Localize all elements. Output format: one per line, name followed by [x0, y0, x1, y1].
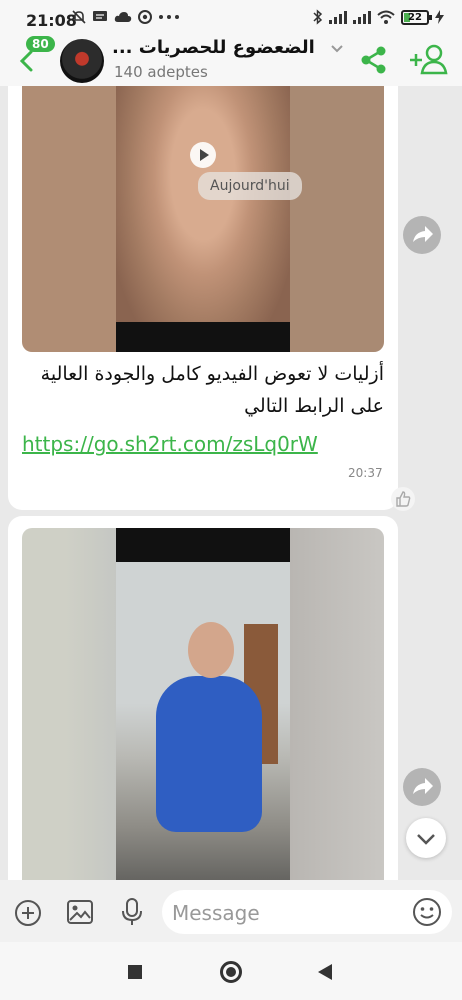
mute-icon: [72, 10, 86, 24]
thumbs-up-icon: [391, 487, 415, 511]
status-right-icons: 22: [313, 9, 444, 25]
back-nav-button[interactable]: [318, 964, 332, 980]
video-thumbnail[interactable]: [22, 528, 384, 880]
chat-header: 80 الضعضوع للحصريات ... 140 adeptes: [0, 36, 462, 86]
message-input-placeholder: Message: [172, 901, 260, 925]
video-frame: [116, 86, 290, 352]
more-dots-icon: [159, 15, 179, 19]
message-bubble[interactable]: Aujourd'hui أزليات لا تعوض الفيديو كامل …: [8, 86, 398, 510]
home-button[interactable]: [220, 961, 242, 983]
image-icon: [67, 900, 93, 924]
video-letterbox: [116, 322, 290, 352]
add-user-icon: [410, 44, 448, 75]
signal-icon: [353, 11, 371, 24]
video-scene-person: [156, 676, 262, 832]
wifi-icon: [377, 10, 395, 24]
back-button[interactable]: [18, 50, 34, 76]
message-time: 20:37: [348, 466, 383, 480]
forward-button[interactable]: [403, 216, 441, 254]
chevron-left-icon: [19, 50, 33, 72]
unread-count-badge: 80: [26, 36, 55, 52]
attach-button[interactable]: [14, 899, 42, 931]
status-left-icons: [72, 10, 180, 24]
scroll-to-bottom-button[interactable]: [406, 818, 446, 858]
chevron-down-icon[interactable]: [330, 44, 344, 54]
video-thumbnail[interactable]: Aujourd'hui: [22, 86, 384, 352]
plus-circle-icon: [15, 900, 41, 926]
video-letterbox: [116, 528, 290, 562]
play-icon[interactable]: [190, 142, 216, 168]
message-text: أزليات لا تعوض الفيديو كامل والجودة العا…: [40, 363, 384, 417]
charging-icon: [435, 10, 444, 24]
cloud-icon: [114, 12, 132, 22]
battery-level: 22: [408, 11, 422, 23]
forward-icon: [413, 226, 433, 242]
signal-icon: [329, 11, 347, 24]
voice-button[interactable]: [120, 897, 144, 931]
battery-icon: 22: [401, 9, 432, 25]
message-input-bar: Message: [0, 880, 462, 942]
chevron-down-icon: [417, 834, 435, 845]
add-member-button[interactable]: [408, 43, 448, 79]
bluetooth-icon: [313, 9, 323, 25]
recents-button[interactable]: [128, 965, 142, 979]
like-button[interactable]: [390, 486, 416, 516]
emoji-button[interactable]: [412, 897, 442, 931]
subscriber-count: 140 adeptes: [114, 63, 208, 81]
chat-area[interactable]: Aujourd'hui أزليات لا تعوض الفيديو كامل …: [0, 86, 462, 880]
microphone-icon: [122, 898, 142, 925]
channel-title[interactable]: الضعضوع للحصريات ...: [112, 37, 342, 58]
share-icon: [361, 46, 386, 74]
message-bubble[interactable]: [8, 516, 398, 880]
chrome-icon: [138, 10, 152, 24]
gallery-button[interactable]: [66, 898, 94, 930]
status-bar: 21:08 22: [0, 0, 462, 36]
forward-button[interactable]: [403, 768, 441, 806]
message-icon: [93, 11, 107, 21]
message-link[interactable]: https://go.sh2rt.com/zsLq0rW: [22, 432, 318, 456]
forward-icon: [413, 778, 433, 794]
video-scene-head: [188, 622, 234, 678]
channel-avatar[interactable]: [60, 39, 104, 83]
share-button[interactable]: [360, 45, 388, 79]
date-chip: Aujourd'hui: [198, 172, 302, 200]
navigation-bar: [0, 942, 462, 1000]
status-time: 21:08: [26, 11, 77, 30]
smiley-icon: [413, 898, 441, 926]
